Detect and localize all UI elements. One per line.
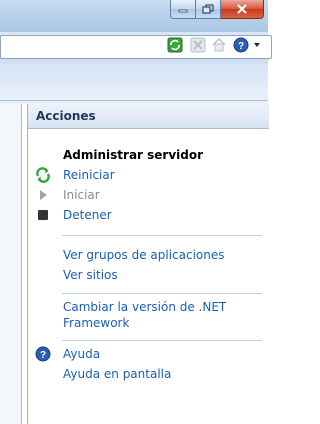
section-title: Administrar servidor (63, 148, 204, 162)
restart-label: Reiniciar (63, 168, 115, 182)
stop-icon[interactable] (189, 36, 207, 54)
help-icon: ? (35, 346, 51, 362)
online-help-link[interactable]: Ayuda en pantalla (28, 365, 269, 384)
divider (62, 340, 262, 341)
stop-icon (35, 207, 51, 223)
svg-text:?: ? (238, 41, 244, 52)
stop-label: Detener (63, 208, 112, 222)
minimize-icon (178, 9, 188, 13)
restart-icon (35, 167, 51, 183)
view-application-pools-label: Ver grupos de aplicaciones (63, 248, 225, 262)
caption-buttons (170, 0, 264, 20)
title-bar (0, 0, 268, 32)
section-title-row: Administrar servidor (28, 146, 269, 165)
maximize-button[interactable] (196, 0, 221, 19)
home-icon[interactable] (210, 36, 228, 54)
divider (62, 293, 262, 294)
svg-text:?: ? (40, 350, 46, 361)
left-pane (0, 104, 22, 424)
actions-header: Acciones (28, 104, 269, 129)
view-sites-link[interactable]: Ver sitios (28, 266, 269, 285)
actions-pane: Acciones Administrar servidor Reiniciar … (27, 104, 269, 424)
start-icon (35, 187, 51, 203)
change-net-version-label-line2: Framework (63, 316, 130, 330)
minimize-button[interactable] (170, 0, 196, 19)
divider (62, 235, 262, 236)
restore-window-icon (202, 4, 214, 14)
content-header-band (0, 64, 268, 104)
stop-action[interactable]: Detener (28, 206, 269, 225)
help-icon[interactable]: ? (232, 36, 250, 54)
change-net-version-label-line1: Cambiar la versión de .NET (63, 300, 227, 314)
refresh-icon[interactable] (166, 36, 184, 54)
view-sites-label: Ver sitios (63, 268, 118, 282)
band-divider (0, 100, 268, 101)
start-action: Iniciar (28, 186, 269, 205)
change-net-version-link-continued[interactable]: Framework (28, 314, 269, 333)
close-icon (237, 4, 247, 14)
restart-action[interactable]: Reiniciar (28, 166, 269, 185)
help-action[interactable]: ? Ayuda (28, 345, 269, 364)
view-application-pools-link[interactable]: Ver grupos de aplicaciones (28, 246, 269, 265)
help-label: Ayuda (63, 347, 101, 361)
close-button[interactable] (221, 0, 264, 19)
start-label: Iniciar (63, 188, 100, 202)
online-help-label: Ayuda en pantalla (63, 367, 172, 381)
chevron-down-icon[interactable] (251, 36, 263, 54)
